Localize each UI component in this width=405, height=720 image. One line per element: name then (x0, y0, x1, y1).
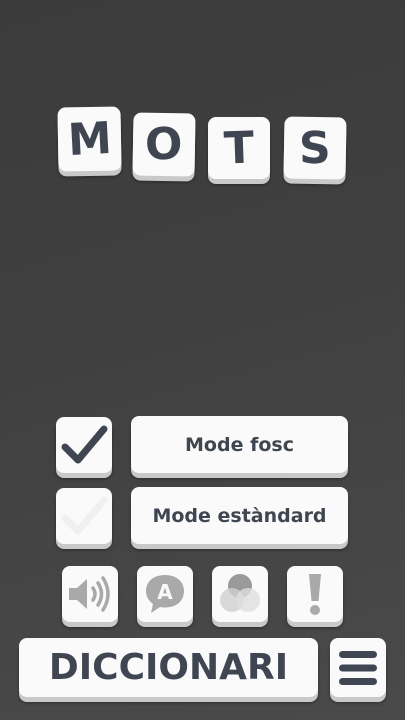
logo-tile-t: T (208, 117, 270, 179)
menu-button[interactable] (330, 638, 386, 697)
color-blend-icon (220, 574, 260, 612)
sound-button[interactable] (62, 566, 118, 622)
logo-letter-m: M (66, 112, 113, 166)
standard-mode-label: Mode estàndard (152, 504, 327, 527)
logo-letter-o: O (144, 118, 184, 171)
color-theme-button[interactable] (212, 566, 268, 622)
language-button[interactable]: A (137, 566, 193, 622)
standard-mode-button[interactable]: Mode estàndard (131, 487, 348, 544)
dark-mode-label: Mode fosc (185, 433, 294, 456)
dark-mode-checkbox[interactable] (56, 417, 112, 473)
dark-mode-button[interactable]: Mode fosc (131, 416, 348, 473)
standard-mode-checkbox[interactable] (56, 488, 112, 544)
logo-letter-t: T (223, 121, 255, 175)
dictionary-label: DICCIONARI (48, 647, 289, 688)
logo-tile-o: O (132, 112, 196, 177)
exclamation-icon (309, 574, 321, 615)
logo-tile-m: M (57, 106, 122, 172)
speech-bubble-a-icon: A (146, 575, 184, 613)
logo-letter-s: S (298, 122, 332, 174)
hamburger-menu-icon (339, 650, 377, 685)
checkmark-icon (61, 425, 108, 464)
alert-button[interactable] (287, 566, 343, 622)
logo-tile-s: S (283, 116, 347, 180)
checkmark-icon (61, 496, 108, 535)
speaker-icon (69, 576, 110, 612)
bubble-letter: A (157, 580, 173, 604)
dictionary-button[interactable]: DICCIONARI (19, 638, 318, 697)
